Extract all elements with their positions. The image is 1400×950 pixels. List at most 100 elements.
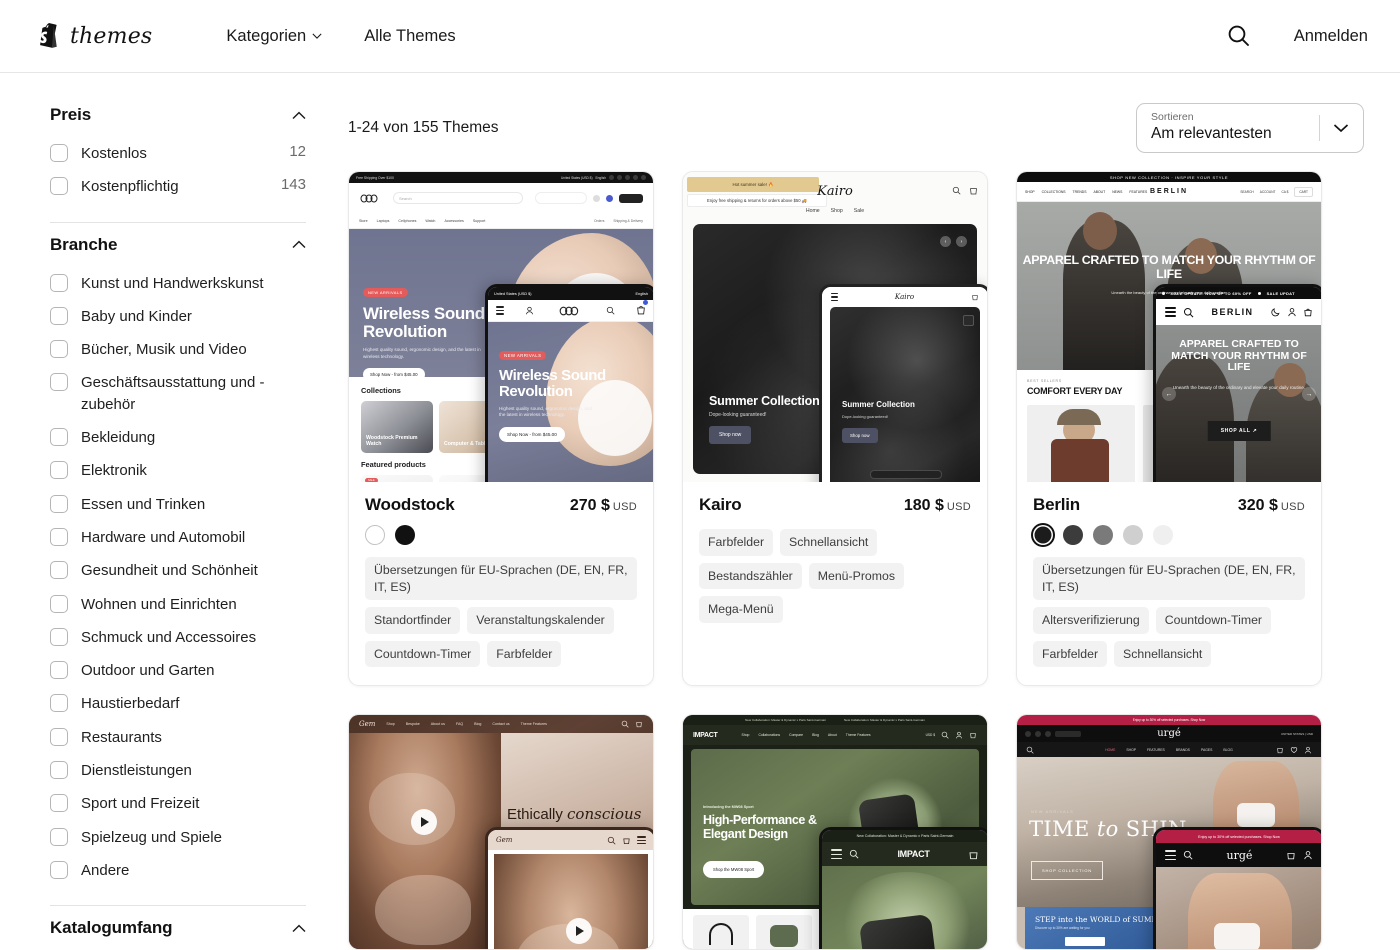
user-icon	[525, 306, 534, 315]
filter-option[interactable]: Bücher, Musik und Video	[50, 333, 306, 366]
preview-mobile-banner: Enjoy up to 30% off selected purchases. …	[1156, 830, 1321, 844]
results-count: 1-24 von 155 Themes	[348, 119, 499, 136]
checkbox[interactable]	[50, 727, 68, 746]
color-swatch[interactable]	[1123, 525, 1143, 545]
preview-hero-title: APPAREL CRAFTED TO MATCH YOUR RHYTHM OF …	[1022, 253, 1316, 281]
feature-tag: Übersetzungen für EU-Sprachen (DE, EN, F…	[365, 557, 637, 601]
filter-option[interactable]: Bekleidung	[50, 421, 306, 454]
checkbox[interactable]	[50, 794, 68, 813]
filter-group-header-preis[interactable]: Preis	[50, 95, 306, 137]
preview-nav-item: Theme Features	[520, 722, 547, 727]
theme-card-kairo[interactable]: Hot summer sale! 🔥 Enjoy free shipping &…	[682, 171, 988, 687]
checkbox[interactable]	[50, 461, 68, 480]
chevron-up-icon	[292, 240, 306, 249]
checkbox[interactable]	[50, 306, 68, 325]
filter-option-label: Restaurants	[81, 728, 162, 746]
filter-option[interactable]: Hardware und Automobil	[50, 521, 306, 554]
filter-option[interactable]: Essen und Trinken	[50, 488, 306, 521]
divider	[50, 221, 306, 223]
filter-option[interactable]: Spielzeug und Spiele	[50, 821, 306, 854]
checkbox[interactable]	[50, 144, 68, 162]
filter-option-label: Kostenlos	[81, 145, 147, 162]
filter-option[interactable]: Baby und Kinder	[50, 300, 306, 333]
checkbox[interactable]	[50, 860, 68, 879]
filter-option[interactable]: Geschäftsausstattung und -zubehör	[50, 366, 306, 421]
checkbox[interactable]	[50, 177, 68, 196]
checkbox[interactable]	[50, 827, 68, 846]
color-swatch[interactable]	[365, 525, 385, 545]
theme-card-woodstock[interactable]: Free Shipping Over $100 United States (U…	[348, 171, 654, 687]
cart-icon	[636, 722, 642, 728]
sort-label: Sortieren	[1151, 111, 1194, 124]
color-swatch-selected[interactable]	[1033, 525, 1053, 545]
theme-card-body: Berlin 320 $USD Übersetzungen für EU-Sp	[1017, 482, 1321, 685]
preview-nav-item: COLLECTIONS	[1041, 189, 1066, 194]
checkbox[interactable]	[50, 561, 68, 580]
filter-option[interactable]: Elektronik	[50, 454, 306, 487]
color-swatch[interactable]	[395, 525, 415, 545]
color-swatch[interactable]	[1063, 525, 1083, 545]
search-button[interactable]	[1224, 21, 1254, 51]
color-swatch[interactable]	[1153, 525, 1173, 545]
filter-option-list: Kunst und Handwerkskunst Baby und Kinder B…	[50, 267, 306, 888]
theme-card-gem[interactable]: Gem Shop Bespoke About us FAQ Blog Conta…	[348, 714, 654, 950]
filter-group-preis: Preis Kostenlos 12 Kostenpflichtig 143	[50, 95, 306, 208]
theme-card-berlin[interactable]: SHOP NEW COLLECTION · INSPIRE YOUR STYLE…	[1016, 171, 1322, 687]
filter-option-label: Gesundheit und Schönheit	[81, 562, 258, 580]
theme-price: 270 $ USD	[570, 497, 637, 515]
filter-option[interactable]: Outdoor und Garten	[50, 654, 306, 687]
nav-item-kategorien[interactable]: Kategorien	[226, 27, 322, 46]
preview-mobile-hero-title: APPAREL CRAFTED TO MATCH YOUR RHYTHM OF …	[1171, 338, 1307, 374]
search-icon	[1183, 307, 1194, 317]
filter-option[interactable]: Andere	[50, 854, 306, 887]
checkbox[interactable]	[50, 373, 68, 392]
feature-tags: Übersetzungen für EU-Sprachen (DE, EN, F…	[365, 557, 637, 668]
checkbox[interactable]	[50, 428, 68, 447]
filter-option[interactable]: Dienstleistungen	[50, 754, 306, 787]
filter-option-count: 12	[289, 143, 306, 160]
checkbox[interactable]	[50, 761, 68, 780]
filter-option[interactable]: Schmuck und Accessoires	[50, 621, 306, 654]
signin-link[interactable]: Anmelden	[1294, 27, 1368, 46]
checkbox[interactable]	[50, 594, 68, 613]
checkbox[interactable]	[50, 661, 68, 680]
preview-topbar-dup: New Collaboration: Master & Dynamic x Pa…	[844, 718, 925, 723]
filter-option-label: Kunst und Handwerkskunst	[81, 274, 264, 292]
theme-card-impact[interactable]: New Collaboration: Master & Dynamic x Pa…	[682, 714, 988, 950]
preview-nav-item: SHOP	[1126, 747, 1136, 752]
filter-option-kostenpflichtig[interactable]: Kostenpflichtig 143	[50, 170, 306, 203]
preview-banner-secondary: Enjoy free shipping & returns for orders…	[687, 194, 827, 207]
feature-tag: Farbfelder	[699, 529, 774, 556]
checkbox[interactable]	[50, 340, 68, 359]
preview-mobile-logo: urgé	[1226, 848, 1253, 862]
filter-option-count: 143	[280, 176, 306, 194]
filter-option[interactable]: Kunst und Handwerkskunst	[50, 267, 306, 300]
filter-group-header-branche[interactable]: Branche	[50, 225, 306, 267]
checkbox[interactable]	[50, 273, 68, 292]
preview-hero-button: Shop now	[709, 426, 752, 444]
chevron-down-icon	[1333, 124, 1349, 133]
preview-nav-item: CART	[1294, 186, 1313, 197]
filter-group-header-katalogumfang[interactable]: Katalogumfang	[50, 908, 306, 938]
preview-nav-item: Bespoke	[405, 722, 420, 727]
theme-card-urge[interactable]: Enjoy up to 30% off selected purchases. …	[1016, 714, 1322, 950]
filter-option[interactable]: Wohnen und Einrichten	[50, 588, 306, 621]
preview-mobile-overlay: Gem	[485, 827, 653, 950]
color-swatch[interactable]	[1093, 525, 1113, 545]
filter-option[interactable]: Gesundheit und Schönheit	[50, 554, 306, 587]
checkbox[interactable]	[50, 627, 68, 646]
filter-option-label: Kostenpflichtig	[81, 178, 179, 196]
checkbox[interactable]	[50, 494, 68, 513]
sort-select[interactable]: Sortieren Am relevantesten	[1136, 103, 1364, 153]
preview-collection-label: Woodstock Premium Watch	[366, 434, 418, 447]
user-icon	[956, 732, 962, 739]
nav-item-alle-themes[interactable]: Alle Themes	[364, 27, 455, 46]
filter-option[interactable]: Haustierbedarf	[50, 687, 306, 720]
filter-option-kostenlos[interactable]: Kostenlos 12	[50, 137, 306, 170]
filter-option[interactable]: Restaurants	[50, 721, 306, 754]
checkbox[interactable]	[50, 527, 68, 546]
brand-logo[interactable]: themes	[34, 21, 152, 51]
filter-option[interactable]: Sport und Freizeit	[50, 787, 306, 820]
preview-collection-label: Computer & Tablet	[444, 440, 491, 447]
checkbox[interactable]	[50, 694, 68, 713]
